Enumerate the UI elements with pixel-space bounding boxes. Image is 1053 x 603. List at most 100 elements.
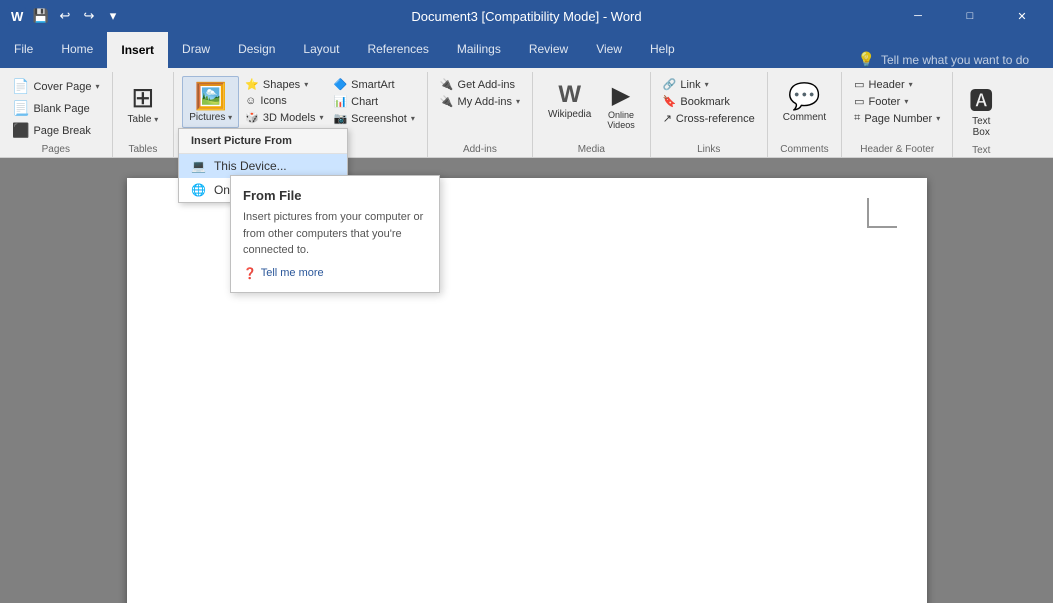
tab-draw[interactable]: Draw: [168, 32, 224, 68]
wikipedia-icon: W: [558, 81, 581, 109]
cross-reference-button[interactable]: ↗ Cross-reference: [659, 110, 759, 127]
shapes-arrow: ▾: [304, 80, 308, 89]
lightbulb-icon: 💡: [858, 51, 875, 68]
pages-col: 📄 Cover Page ▾ 📃 Blank Page ⬛ Page Break: [8, 76, 104, 141]
tab-view[interactable]: View: [582, 32, 636, 68]
tables-group-content: ⊞ Table ▾: [121, 72, 166, 142]
table-icon: ⊞: [131, 81, 154, 114]
save-button[interactable]: 💾: [32, 7, 50, 25]
close-button[interactable]: ✕: [999, 0, 1045, 32]
tooltip-body: Insert pictures from your computer or fr…: [243, 209, 427, 259]
icons-button[interactable]: ☺ Icons: [241, 93, 327, 109]
pictures-button[interactable]: 🖼️ Pictures ▾: [182, 76, 239, 128]
ribbon-group-tables: ⊞ Table ▾ Tables: [113, 72, 175, 157]
header-button[interactable]: ▭ Header ▾: [850, 76, 944, 93]
addins-group-content: 🔌 Get Add-ins 🔌 My Add-ins ▾: [436, 72, 524, 142]
bookmark-button[interactable]: 🔖 Bookmark: [659, 93, 759, 110]
3d-models-arrow: ▾: [319, 113, 323, 122]
bookmark-icon: 🔖: [663, 95, 677, 108]
page-number-button[interactable]: ⌗ Page Number ▾: [850, 110, 944, 127]
title-bar-right: ─ □ ✕: [895, 0, 1045, 32]
text-box-button[interactable]: 🅰 TextBox: [961, 76, 1001, 143]
ribbon-tabs: File Home Insert Draw Design Layout Refe…: [0, 32, 1053, 68]
smartart-button[interactable]: 🔷 SmartArt: [329, 76, 418, 93]
comment-icon: 💬: [788, 81, 820, 112]
undo-button[interactable]: ↩: [56, 7, 74, 25]
wikipedia-button[interactable]: W Wikipedia: [541, 76, 598, 125]
link-arrow: ▾: [705, 80, 709, 89]
shapes-button[interactable]: ⭐ Shapes ▾: [241, 76, 327, 93]
text-box-icon: 🅰: [969, 81, 993, 116]
tab-review[interactable]: Review: [515, 32, 582, 68]
customize-qat-button[interactable]: ▾: [104, 7, 122, 25]
addins-group-label: Add-ins: [436, 142, 524, 157]
smartart-icon: 🔷: [333, 78, 347, 91]
tell-me-container[interactable]: 💡: [846, 51, 1053, 68]
header-arrow: ▾: [909, 80, 913, 89]
text-group-label: Text: [961, 143, 1001, 158]
tab-file[interactable]: File: [0, 32, 47, 68]
3d-models-icon: 🎲: [245, 111, 259, 124]
links-group-content: 🔗 Link ▾ 🔖 Bookmark ↗ Cross-reference: [659, 72, 759, 142]
page-number-icon: ⌗: [854, 112, 860, 125]
blank-page-button[interactable]: 📃 Blank Page: [8, 98, 104, 119]
document-area[interactable]: [0, 158, 1053, 603]
ribbon-group-text: 🅰 TextBox Text: [953, 72, 1009, 157]
illus-col2: 🔷 SmartArt 📊 Chart 📷 Screenshot ▾: [329, 76, 418, 127]
ribbon-group-comments: 💬 Comment Comments: [768, 72, 842, 157]
blank-page-icon: 📃: [12, 100, 29, 117]
footer-icon: ▭: [854, 95, 864, 108]
screenshot-button[interactable]: 📷 Screenshot ▾: [329, 110, 418, 127]
tables-group-label: Tables: [121, 142, 166, 157]
get-addins-button[interactable]: 🔌 Get Add-ins: [436, 76, 524, 93]
my-addins-button[interactable]: 🔌 My Add-ins ▾: [436, 93, 524, 110]
tell-me-input[interactable]: [881, 53, 1041, 67]
minimize-button[interactable]: ─: [895, 0, 941, 32]
table-arrow: ▾: [154, 115, 158, 124]
comments-group-label: Comments: [776, 142, 833, 157]
title-bar: W 💾 ↩ ↪ ▾ Document3 [Compatibility Mode]…: [0, 0, 1053, 32]
footer-arrow: ▾: [904, 97, 908, 106]
svg-text:W: W: [11, 9, 24, 24]
table-button[interactable]: ⊞ Table ▾: [121, 76, 166, 130]
page-break-icon: ⬛: [12, 122, 29, 139]
tooltip-link[interactable]: ❓ Tell me more: [243, 267, 427, 280]
page-number-arrow: ▾: [936, 114, 940, 123]
restore-button[interactable]: □: [947, 0, 993, 32]
insert-tooltip: From File Insert pictures from your comp…: [230, 175, 440, 293]
word-icon: W: [8, 7, 26, 25]
online-pictures-icon: 🌐: [191, 183, 206, 197]
tab-home[interactable]: Home: [47, 32, 107, 68]
page-break-button[interactable]: ⬛ Page Break: [8, 120, 104, 141]
addins-col: 🔌 Get Add-ins 🔌 My Add-ins ▾: [436, 76, 524, 110]
tab-help[interactable]: Help: [636, 32, 689, 68]
screenshot-arrow: ▾: [411, 114, 415, 123]
header-footer-group-label: Header & Footer: [850, 142, 944, 157]
icons-icon: ☺: [245, 95, 256, 107]
tooltip-title: From File: [243, 188, 427, 203]
header-footer-group-content: ▭ Header ▾ ▭ Footer ▾ ⌗ Page Number ▾: [850, 72, 944, 142]
tab-references[interactable]: References: [353, 32, 442, 68]
comment-button[interactable]: 💬 Comment: [776, 76, 833, 128]
tab-layout[interactable]: Layout: [289, 32, 353, 68]
online-videos-button[interactable]: ▶ OnlineVideos: [600, 76, 641, 135]
chart-button[interactable]: 📊 Chart: [329, 93, 418, 110]
online-videos-icon: ▶: [612, 81, 630, 110]
media-group-label: Media: [541, 142, 642, 157]
pages-group-label: Pages: [8, 142, 104, 157]
tab-design[interactable]: Design: [224, 32, 289, 68]
link-button[interactable]: 🔗 Link ▾: [659, 76, 759, 93]
footer-button[interactable]: ▭ Footer ▾: [850, 93, 944, 110]
comments-group-content: 💬 Comment: [776, 72, 833, 142]
redo-button[interactable]: ↪: [80, 7, 98, 25]
3d-models-button[interactable]: 🎲 3D Models ▾: [241, 109, 327, 126]
page-corner: [867, 198, 897, 228]
tab-insert[interactable]: Insert: [107, 32, 168, 68]
cover-page-button[interactable]: 📄 Cover Page ▾: [8, 76, 104, 97]
pictures-arrow: ▾: [228, 113, 232, 122]
links-col: 🔗 Link ▾ 🔖 Bookmark ↗ Cross-reference: [659, 76, 759, 127]
tab-mailings[interactable]: Mailings: [443, 32, 515, 68]
pages-group-content: 📄 Cover Page ▾ 📃 Blank Page ⬛ Page Break: [8, 72, 104, 142]
chart-icon: 📊: [333, 95, 347, 108]
links-group-label: Links: [659, 142, 759, 157]
